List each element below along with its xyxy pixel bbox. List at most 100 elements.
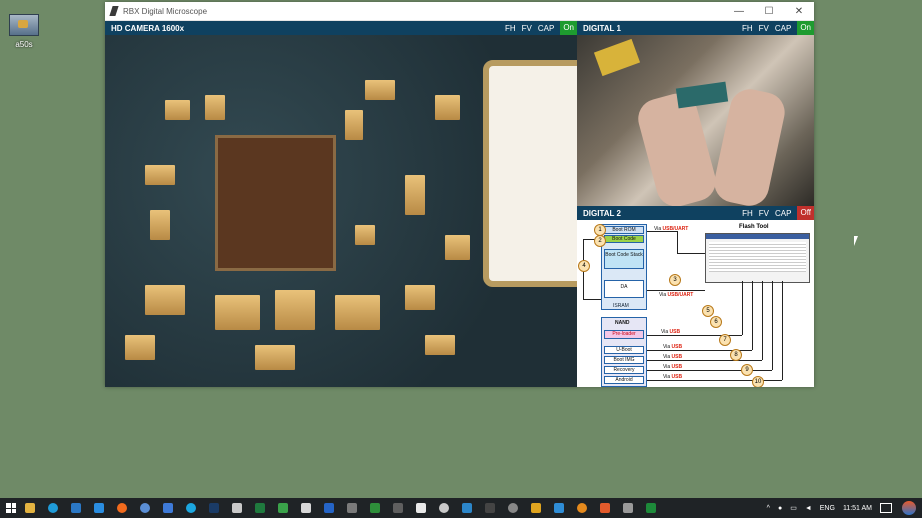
mail-icon[interactable] — [68, 498, 84, 518]
app-icon[interactable] — [367, 498, 383, 518]
digital-1-camera-view[interactable] — [577, 35, 814, 206]
digital-1-panel: DIGITAL 1 FH FV CAP On — [577, 21, 814, 206]
via-label-1: Via USB/UART — [654, 226, 689, 232]
desktop-icon-a50s[interactable]: a50s — [6, 14, 42, 49]
app-icon[interactable] — [390, 498, 406, 518]
start-button[interactable] — [0, 498, 22, 518]
desktop-icon-label: a50s — [15, 40, 33, 49]
camera-on-toggle[interactable]: On — [560, 21, 577, 35]
app-icon[interactable] — [275, 498, 291, 518]
pcb-camera-view[interactable] — [105, 35, 577, 387]
capture-button[interactable]: CAP — [538, 24, 554, 33]
via-label-5: Via USB — [663, 354, 683, 360]
app-icon[interactable] — [413, 498, 429, 518]
via-label-3: Via USB — [661, 329, 681, 335]
uboot-box: U-Boot — [604, 346, 644, 354]
close-button[interactable]: ✕ — [784, 2, 814, 20]
app-icon[interactable] — [160, 498, 176, 518]
app-icon[interactable] — [574, 498, 590, 518]
boot-rom-box: Boot ROM — [604, 226, 644, 234]
app-icon[interactable] — [528, 498, 544, 518]
shield-can-image — [483, 60, 577, 287]
flip-vertical-button[interactable]: FV — [522, 24, 532, 33]
system-tray: ^ ● ▭ ◄ ENG 11:51 AM — [763, 498, 922, 518]
boot-flow-diagram: Boot ROM Boot Code Boot Code Stack DA IS… — [577, 220, 814, 387]
step-6-badge: 6 — [710, 316, 722, 328]
step-10-badge: 10 — [752, 376, 764, 387]
flip-vertical-button[interactable]: FV — [759, 24, 769, 33]
app-icon[interactable] — [643, 498, 659, 518]
browser-icon[interactable] — [137, 498, 153, 518]
step-3-badge: 3 — [669, 274, 681, 286]
digital-2-panel: DIGITAL 2 FH FV CAP Off Boot ROM Boot Co… — [577, 206, 814, 387]
via-label-7: Via USB — [663, 374, 683, 380]
chevron-up-icon[interactable]: ^ — [767, 505, 770, 512]
skype-icon[interactable] — [183, 498, 199, 518]
minimize-button[interactable]: — — [724, 2, 754, 20]
digital-2-header: DIGITAL 2 FH FV CAP Off — [577, 206, 814, 220]
user-avatar-icon[interactable] — [902, 501, 916, 515]
via-label-2: Via USB/UART — [659, 292, 694, 298]
mouse-cursor-icon — [854, 236, 858, 246]
edge-icon[interactable] — [45, 498, 61, 518]
digital-2-off-toggle[interactable]: Off — [797, 206, 814, 220]
file-explorer-icon[interactable] — [22, 498, 38, 518]
flip-horizontal-button[interactable]: FH — [742, 209, 753, 218]
capture-button[interactable]: CAP — [775, 209, 791, 218]
microscope-window: RBX Digital Microscope — ☐ ✕ HD CAMERA 1… — [105, 2, 814, 387]
notification-icon[interactable] — [880, 503, 892, 513]
nand-label: NAND — [615, 320, 630, 326]
app-icon[interactable] — [505, 498, 521, 518]
document-icon[interactable] — [229, 498, 245, 518]
window-content: HD CAMERA 1600x FH FV CAP On DIGITAL 1 F… — [105, 21, 814, 387]
app-icon[interactable] — [551, 498, 567, 518]
vscode-icon[interactable] — [91, 498, 107, 518]
digital-1-header: DIGITAL 1 FH FV CAP On — [577, 21, 814, 35]
firefox-icon[interactable] — [114, 498, 130, 518]
flip-horizontal-button[interactable]: FH — [742, 24, 753, 33]
boot-code-stack-box: Boot Code Stack — [604, 249, 644, 269]
hd-camera-title: HD CAMERA 1600x — [111, 23, 185, 33]
boot-code-box: Boot Code — [604, 235, 644, 243]
digital-2-title: DIGITAL 2 — [583, 208, 621, 218]
via-label-4: Via USB — [663, 344, 683, 350]
digital-1-on-toggle[interactable]: On — [797, 21, 814, 35]
app-icon[interactable] — [482, 498, 498, 518]
app-icon[interactable] — [620, 498, 636, 518]
app-icon[interactable] — [344, 498, 360, 518]
preloader-box: Pre-loader — [604, 330, 644, 339]
flash-tool-title: Flash Tool — [739, 224, 769, 230]
windows-logo-icon — [6, 503, 16, 513]
capture-button[interactable]: CAP — [775, 24, 791, 33]
network-icon[interactable]: ▭ — [790, 504, 797, 512]
app-icon — [109, 6, 119, 16]
flip-vertical-button[interactable]: FV — [759, 209, 769, 218]
clock[interactable]: 11:51 AM — [843, 505, 872, 512]
taskbar: ^ ● ▭ ◄ ENG 11:51 AM — [0, 498, 922, 518]
step-5-badge: 5 — [702, 305, 714, 317]
app-icon[interactable] — [597, 498, 613, 518]
app-icon[interactable] — [298, 498, 314, 518]
app-icon[interactable] — [459, 498, 475, 518]
step-2-badge: 2 — [594, 235, 606, 247]
app-icon[interactable] — [436, 498, 452, 518]
title-bar[interactable]: RBX Digital Microscope — ☐ ✕ — [105, 2, 814, 21]
da-box: DA — [604, 280, 644, 298]
digital-1-title: DIGITAL 1 — [583, 23, 621, 33]
maximize-button[interactable]: ☐ — [754, 2, 784, 20]
app-icon[interactable] — [321, 498, 337, 518]
hd-camera-header: HD CAMERA 1600x FH FV CAP On — [105, 21, 577, 35]
excel-icon[interactable] — [252, 498, 268, 518]
step-8-badge: 8 — [730, 349, 742, 361]
flip-horizontal-button[interactable]: FH — [505, 24, 516, 33]
recovery-box: Recovery — [604, 366, 644, 374]
language-indicator[interactable]: ENG — [820, 505, 835, 512]
folder-image-icon — [9, 14, 39, 36]
volume-icon[interactable]: ◄ — [805, 505, 812, 512]
ic-chip-image — [215, 135, 336, 271]
microphone-icon[interactable]: ● — [778, 505, 782, 512]
android-box: Android — [604, 376, 644, 384]
photoshop-icon[interactable] — [206, 498, 222, 518]
isram-label: ISRAM — [613, 303, 629, 309]
step-4-badge: 4 — [578, 260, 590, 272]
